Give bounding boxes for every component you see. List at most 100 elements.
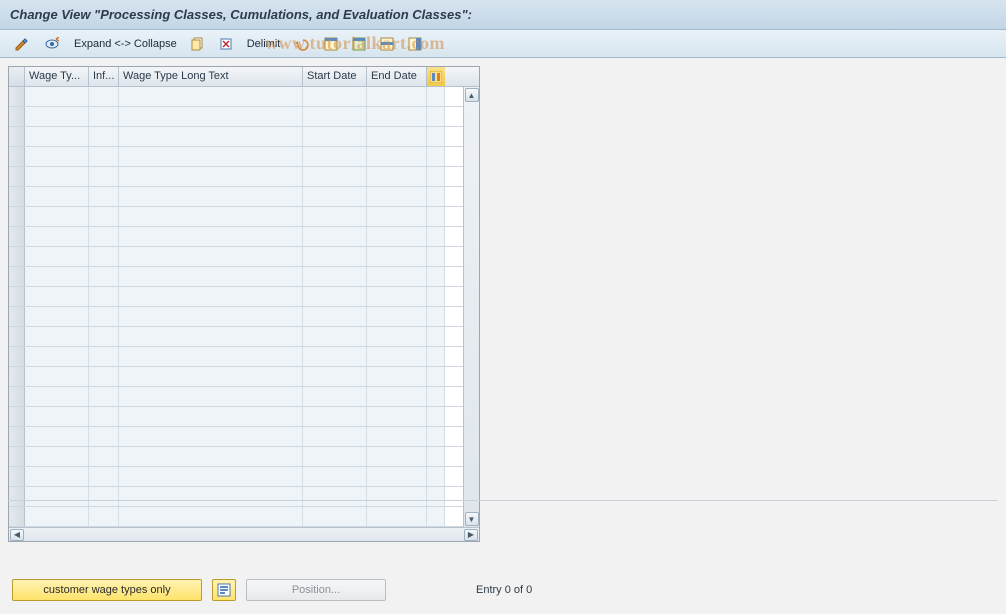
- row-selector[interactable]: [9, 327, 25, 346]
- cell-info[interactable]: [89, 487, 119, 506]
- cell-info[interactable]: [89, 87, 119, 106]
- undo-button[interactable]: [290, 34, 314, 54]
- cell-wage-type[interactable]: [25, 427, 89, 446]
- cell-end-date[interactable]: [367, 387, 427, 406]
- cell-long-text[interactable]: [119, 187, 303, 206]
- table-row[interactable]: [9, 247, 463, 267]
- cell-info[interactable]: [89, 147, 119, 166]
- cell-wage-type[interactable]: [25, 127, 89, 146]
- table-row[interactable]: [9, 427, 463, 447]
- cell-start-date[interactable]: [303, 187, 367, 206]
- table-row[interactable]: [9, 227, 463, 247]
- row-selector[interactable]: [9, 167, 25, 186]
- cell-long-text[interactable]: [119, 467, 303, 486]
- cell-wage-type[interactable]: [25, 147, 89, 166]
- table-row[interactable]: [9, 367, 463, 387]
- cell-end-date[interactable]: [367, 407, 427, 426]
- cell-end-date[interactable]: [367, 307, 427, 326]
- row-selector[interactable]: [9, 147, 25, 166]
- cell-long-text[interactable]: [119, 167, 303, 186]
- row-selector[interactable]: [9, 387, 25, 406]
- row-selector[interactable]: [9, 407, 25, 426]
- cell-long-text[interactable]: [119, 287, 303, 306]
- cell-wage-type[interactable]: [25, 87, 89, 106]
- cell-long-text[interactable]: [119, 387, 303, 406]
- row-selector[interactable]: [9, 467, 25, 486]
- cell-info[interactable]: [89, 367, 119, 386]
- cell-info[interactable]: [89, 167, 119, 186]
- cell-info[interactable]: [89, 227, 119, 246]
- cell-long-text[interactable]: [119, 447, 303, 466]
- row-selector[interactable]: [9, 447, 25, 466]
- row-selector[interactable]: [9, 287, 25, 306]
- cell-start-date[interactable]: [303, 287, 367, 306]
- cell-info[interactable]: [89, 127, 119, 146]
- table-row[interactable]: [9, 487, 463, 507]
- vertical-scrollbar[interactable]: ▲ ▼: [463, 87, 479, 527]
- cell-start-date[interactable]: [303, 127, 367, 146]
- cell-long-text[interactable]: [119, 407, 303, 426]
- cell-start-date[interactable]: [303, 307, 367, 326]
- cell-start-date[interactable]: [303, 267, 367, 286]
- cell-end-date[interactable]: [367, 147, 427, 166]
- column-header-long-text[interactable]: Wage Type Long Text: [119, 67, 303, 86]
- scroll-left-button[interactable]: ◀: [10, 529, 24, 541]
- cell-long-text[interactable]: [119, 307, 303, 326]
- column-header-end-date[interactable]: End Date: [367, 67, 427, 86]
- table-row[interactable]: [9, 187, 463, 207]
- expand-collapse-button[interactable]: Expand <-> Collapse: [70, 38, 181, 50]
- cell-start-date[interactable]: [303, 367, 367, 386]
- row-selector[interactable]: [9, 127, 25, 146]
- cell-end-date[interactable]: [367, 267, 427, 286]
- column-header-wage-type[interactable]: Wage Ty...: [25, 67, 89, 86]
- table-row[interactable]: [9, 207, 463, 227]
- cell-start-date[interactable]: [303, 167, 367, 186]
- cell-wage-type[interactable]: [25, 187, 89, 206]
- cell-wage-type[interactable]: [25, 387, 89, 406]
- cell-start-date[interactable]: [303, 407, 367, 426]
- scroll-right-button[interactable]: ▶: [464, 529, 478, 541]
- cell-wage-type[interactable]: [25, 247, 89, 266]
- cell-wage-type[interactable]: [25, 447, 89, 466]
- position-button[interactable]: Position...: [246, 579, 386, 601]
- cell-long-text[interactable]: [119, 327, 303, 346]
- cell-start-date[interactable]: [303, 107, 367, 126]
- cell-start-date[interactable]: [303, 447, 367, 466]
- cell-info[interactable]: [89, 327, 119, 346]
- delimit-button[interactable]: Delimit: [243, 38, 285, 50]
- cell-wage-type[interactable]: [25, 507, 89, 526]
- cell-info[interactable]: [89, 407, 119, 426]
- row-selector[interactable]: [9, 227, 25, 246]
- other-view-button[interactable]: [40, 34, 64, 54]
- horizontal-scrollbar[interactable]: ◀ ▶: [9, 527, 479, 541]
- table-row[interactable]: [9, 347, 463, 367]
- cell-wage-type[interactable]: [25, 467, 89, 486]
- cell-end-date[interactable]: [367, 247, 427, 266]
- change-toggle-button[interactable]: [10, 34, 34, 54]
- table-row[interactable]: [9, 327, 463, 347]
- table-row[interactable]: [9, 267, 463, 287]
- cell-long-text[interactable]: [119, 367, 303, 386]
- scroll-down-button[interactable]: ▼: [465, 512, 479, 526]
- cell-end-date[interactable]: [367, 107, 427, 126]
- cell-start-date[interactable]: [303, 387, 367, 406]
- cell-info[interactable]: [89, 267, 119, 286]
- cell-end-date[interactable]: [367, 207, 427, 226]
- select-all-button[interactable]: [320, 34, 342, 54]
- cell-start-date[interactable]: [303, 247, 367, 266]
- cell-long-text[interactable]: [119, 507, 303, 526]
- cell-long-text[interactable]: [119, 87, 303, 106]
- delete-button[interactable]: [215, 34, 237, 54]
- cell-end-date[interactable]: [367, 327, 427, 346]
- cell-info[interactable]: [89, 187, 119, 206]
- cell-info[interactable]: [89, 107, 119, 126]
- cell-start-date[interactable]: [303, 487, 367, 506]
- cell-start-date[interactable]: [303, 147, 367, 166]
- row-selector-header[interactable]: [9, 67, 25, 86]
- column-header-info[interactable]: Inf...: [89, 67, 119, 86]
- cell-start-date[interactable]: [303, 327, 367, 346]
- cell-end-date[interactable]: [367, 227, 427, 246]
- configuration-button[interactable]: [404, 34, 426, 54]
- row-selector[interactable]: [9, 267, 25, 286]
- table-row[interactable]: [9, 287, 463, 307]
